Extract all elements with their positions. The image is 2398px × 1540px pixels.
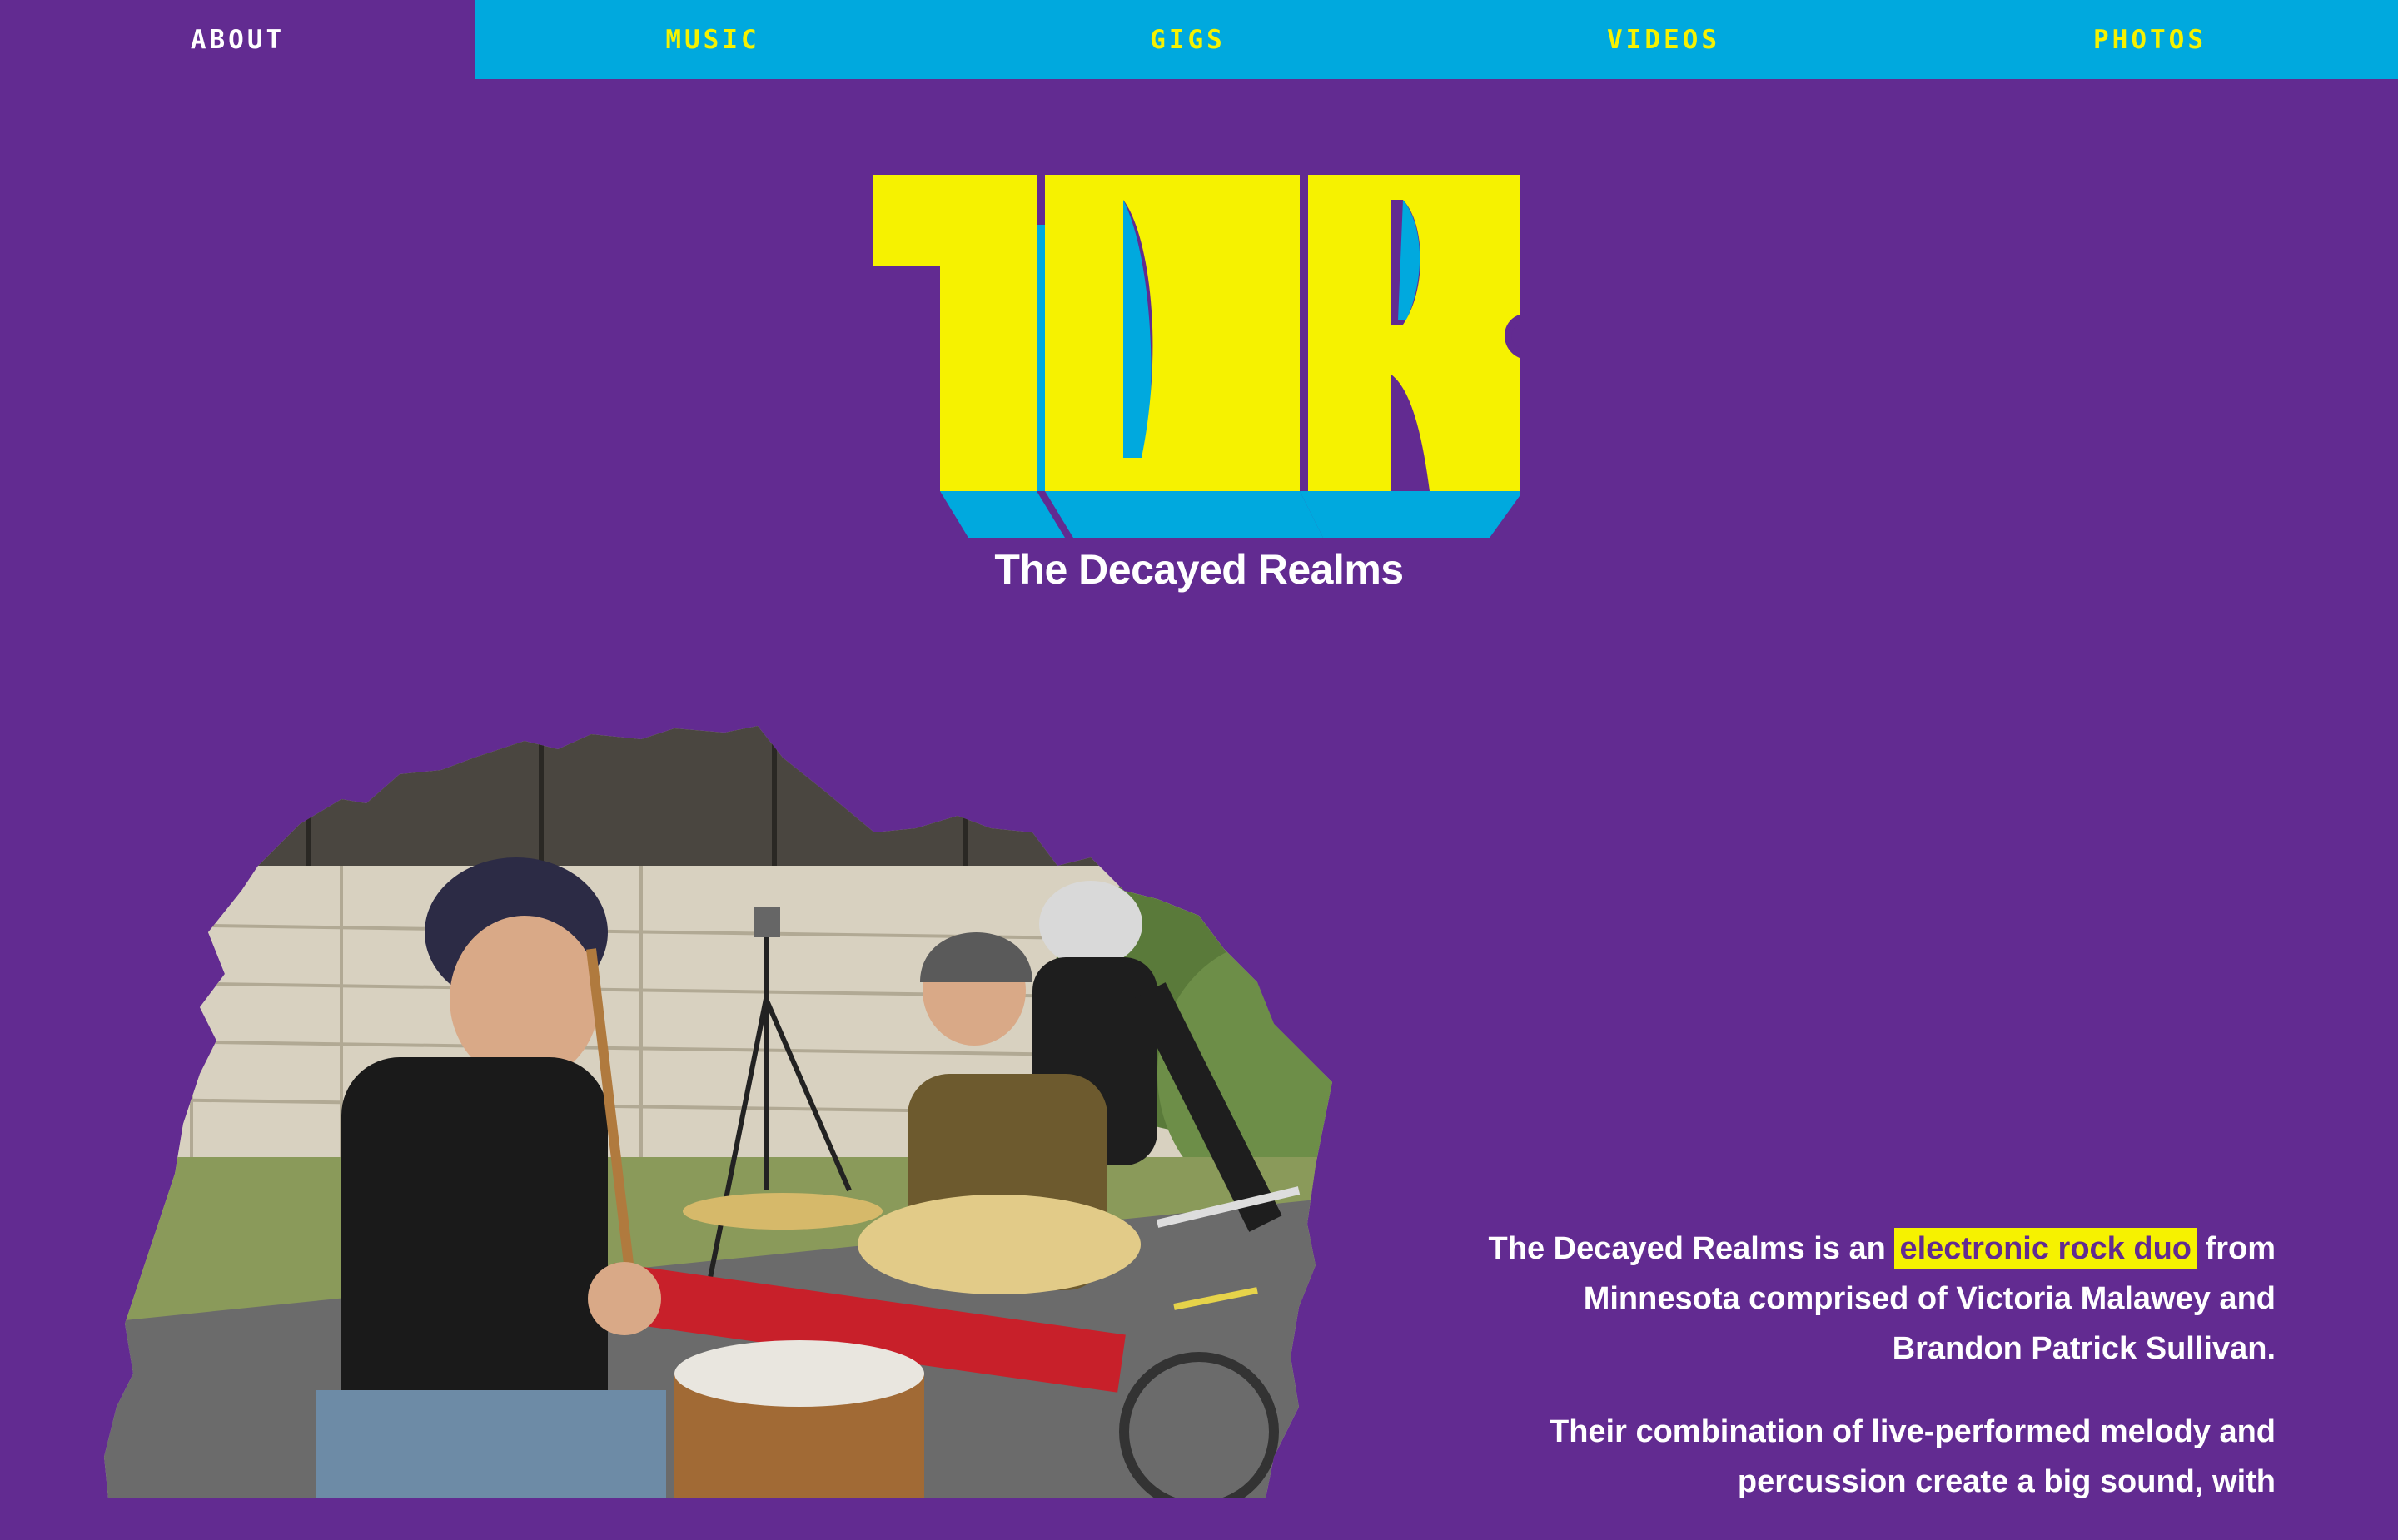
about-section: The Decayed Realms is an electronic rock… bbox=[1476, 1224, 2276, 1540]
nav-item-videos[interactable]: VIDEOS bbox=[1425, 0, 1902, 79]
band-name: The Decayed Realms bbox=[994, 546, 1404, 593]
genre-highlight: electronic rock duo bbox=[1894, 1228, 2197, 1269]
nav-item-gigs[interactable]: GIGS bbox=[950, 0, 1425, 79]
main-nav: ABOUT MUSIC GIGS VIDEOS PHOTOS bbox=[0, 0, 2398, 79]
nav-item-photos[interactable]: PHOTOS bbox=[1902, 0, 2398, 79]
band-logo[interactable] bbox=[873, 175, 1520, 538]
about-paragraph-1: The Decayed Realms is an electronic rock… bbox=[1476, 1224, 2276, 1374]
nav-item-music[interactable]: MUSIC bbox=[475, 0, 950, 79]
logo-letters bbox=[873, 175, 1520, 491]
about-intro-text: The Decayed Realms is an bbox=[1488, 1231, 1895, 1266]
nav-item-about[interactable]: ABOUT bbox=[0, 0, 475, 79]
band-photo bbox=[104, 726, 1332, 1498]
about-paragraph-2: Their combination of live-performed melo… bbox=[1550, 1414, 2276, 1499]
